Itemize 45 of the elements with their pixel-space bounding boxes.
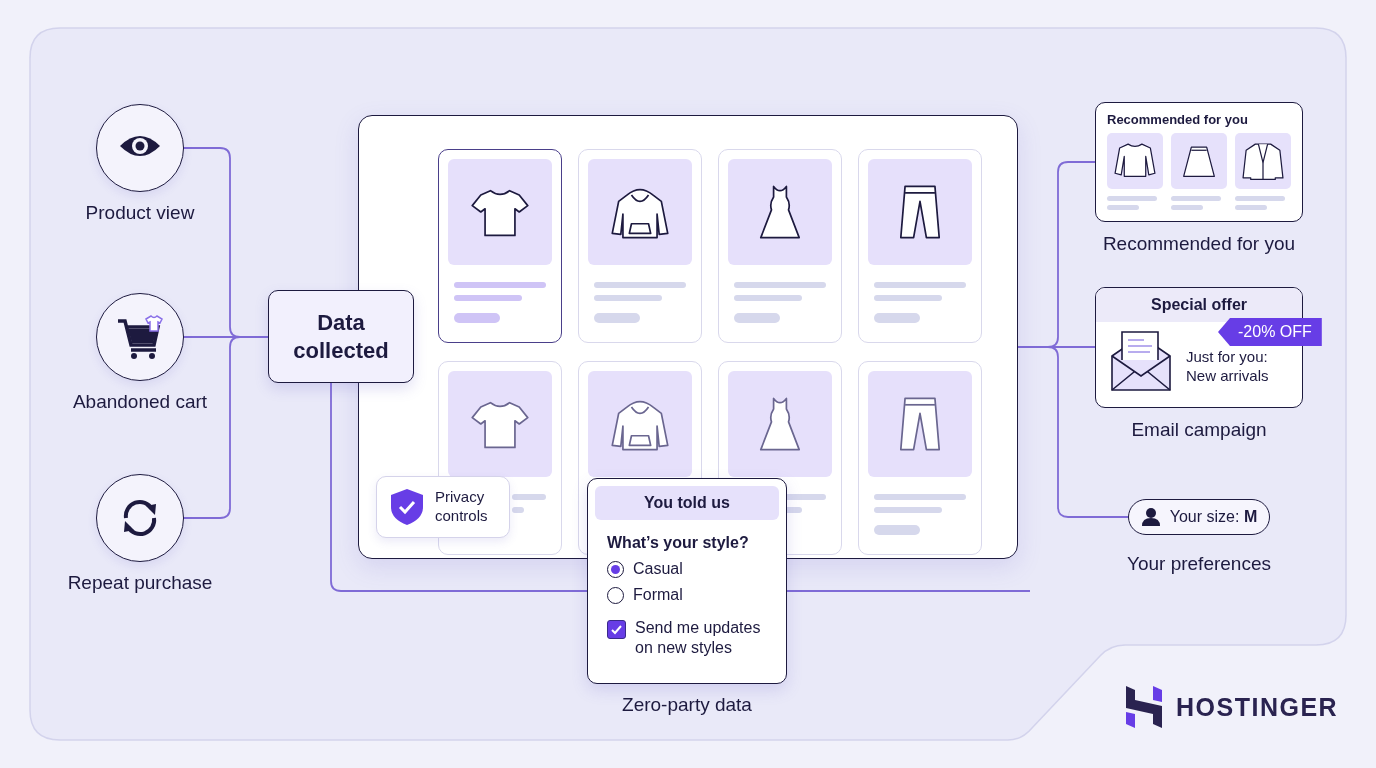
- section-caption: Recommended for you: [1101, 233, 1297, 255]
- placeholder-line: [1171, 196, 1221, 201]
- placeholder-line: [594, 295, 662, 301]
- preference-text: Your size: M: [1169, 508, 1258, 526]
- shopping-cart-icon: [116, 313, 164, 361]
- placeholder-line: [1171, 205, 1203, 210]
- email-message: Just for you: New arrivals: [1186, 346, 1270, 386]
- privacy-label: Privacy controls: [435, 488, 488, 526]
- hub-label: Data collected: [292, 309, 390, 364]
- placeholder-line: [454, 295, 522, 301]
- event-label: Abandoned cart: [71, 391, 209, 413]
- brand-name: HOSTINGER: [1176, 692, 1339, 722]
- placeholder-line: [512, 494, 546, 500]
- card-title: Special offer: [1096, 288, 1302, 322]
- survey-question: What’s your style?: [607, 534, 750, 552]
- placeholder-line: [874, 525, 920, 535]
- discount-tag: -20% OFF: [1218, 318, 1322, 346]
- placeholder-line: [1107, 196, 1157, 201]
- event-label: Repeat purchase: [66, 572, 214, 594]
- card-title: Recommended for you: [1107, 112, 1249, 127]
- checkbox-label: Send me updates on new styles: [635, 618, 762, 658]
- section-caption: Zero-party data: [621, 694, 753, 716]
- placeholder-line: [1235, 196, 1285, 201]
- event-label: Product view: [84, 202, 196, 224]
- shield-check-icon: [389, 487, 425, 527]
- placeholder-line: [734, 295, 802, 301]
- option-label: Casual: [633, 560, 683, 578]
- section-caption: Your preferences: [1126, 553, 1272, 575]
- option-label: Formal: [633, 586, 683, 604]
- brand-logo-icon: [1126, 686, 1162, 728]
- person-icon: [1140, 507, 1161, 527]
- envelope-icon: [1110, 328, 1172, 392]
- section-caption: Email campaign: [1130, 419, 1268, 441]
- product-card[interactable]: [438, 149, 562, 343]
- survey-header: You told us: [595, 486, 779, 520]
- placeholder-line: [594, 313, 640, 323]
- placeholder-line: [874, 313, 920, 323]
- placeholder-line: [512, 507, 524, 513]
- placeholder-line: [874, 295, 942, 301]
- placeholder-line: [1107, 205, 1139, 210]
- placeholder-line: [734, 313, 780, 323]
- placeholder-line: [1235, 205, 1267, 210]
- placeholder-line: [454, 313, 500, 323]
- placeholder-line: [874, 507, 942, 513]
- checkbox[interactable]: [607, 620, 626, 639]
